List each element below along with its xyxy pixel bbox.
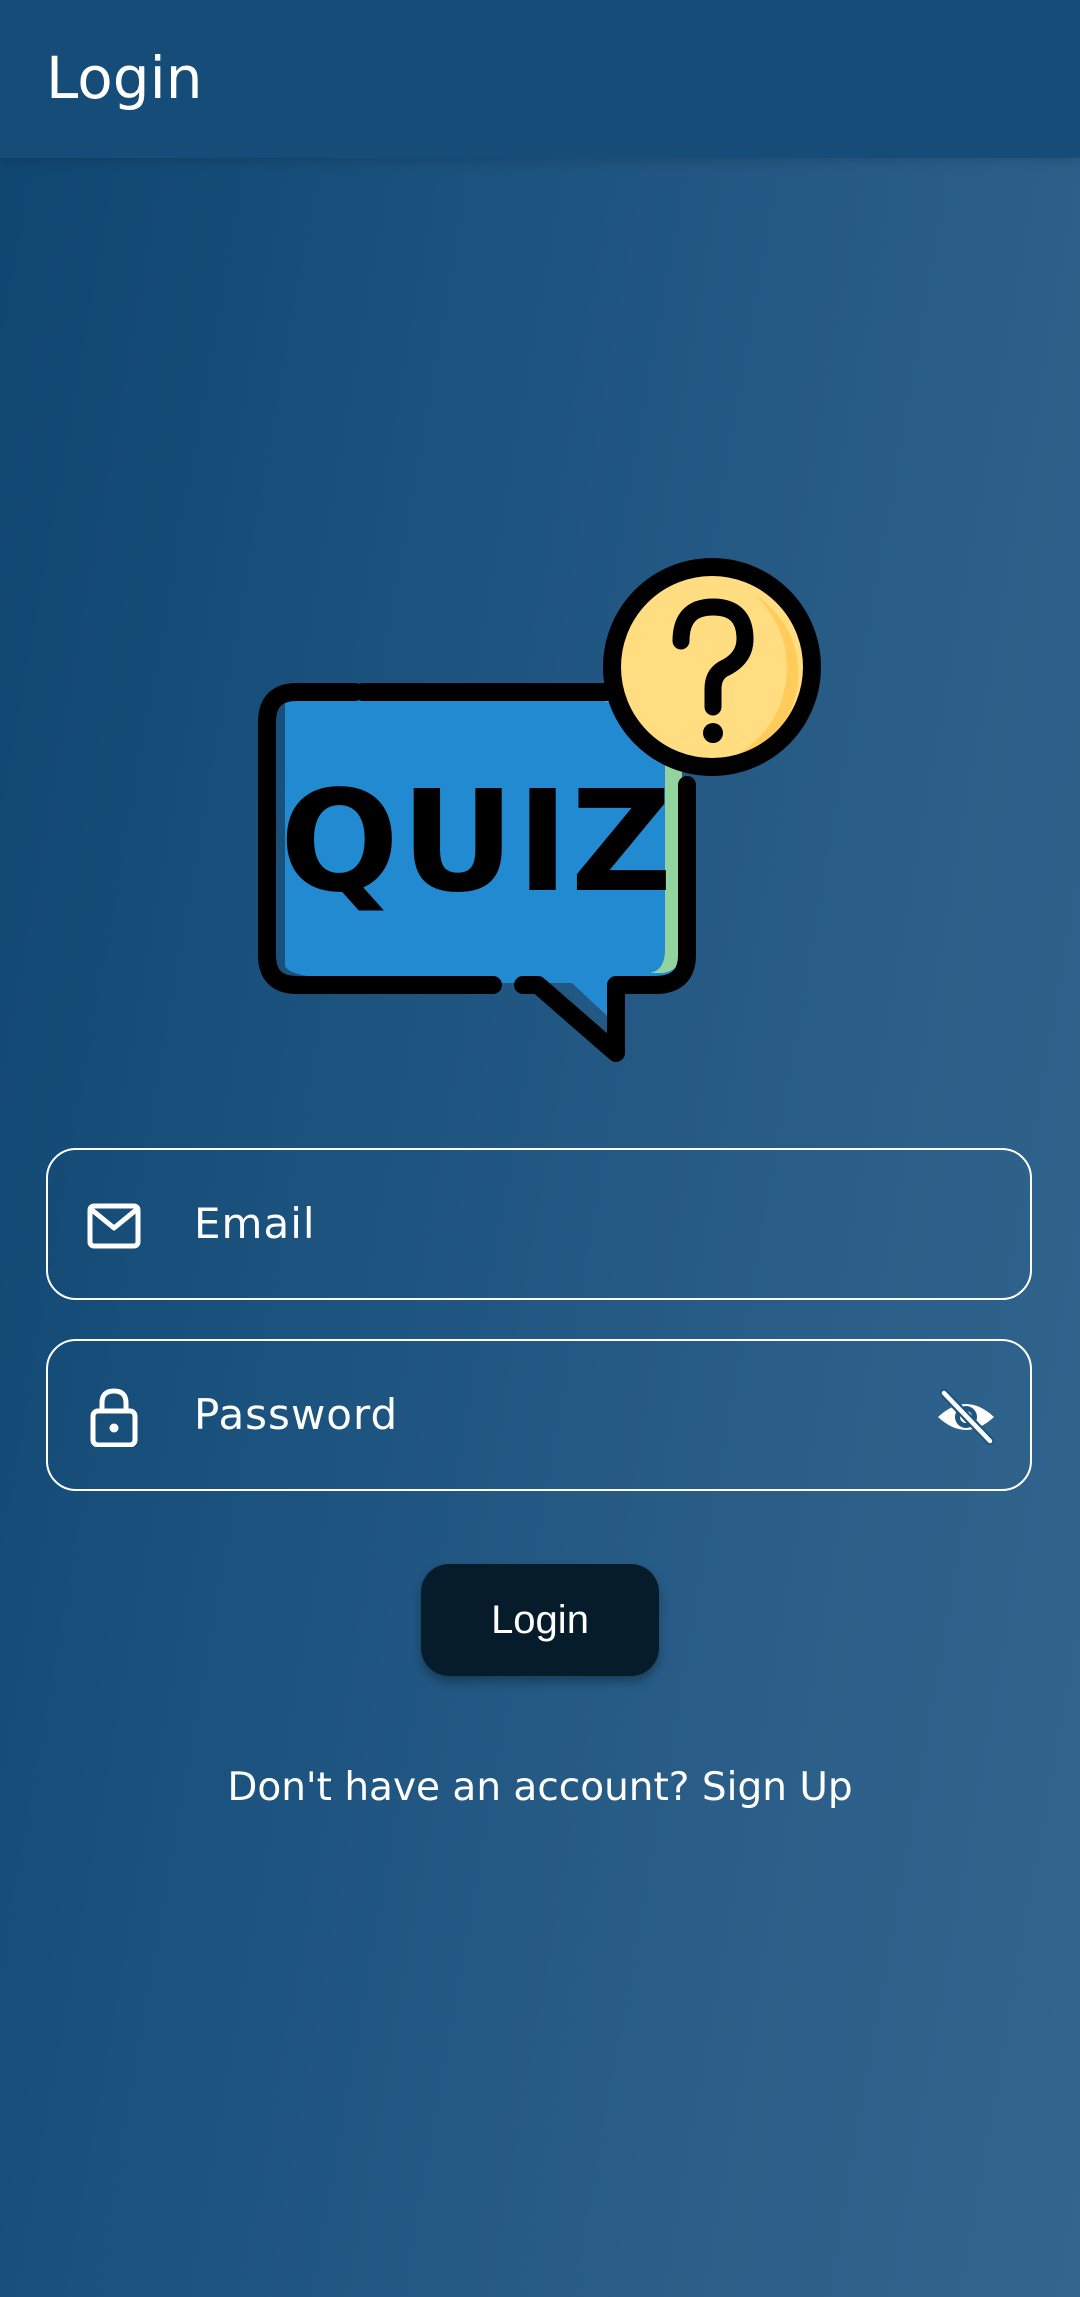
quiz-logo: QUIZ (258, 558, 821, 1062)
page-title: Login (46, 44, 203, 112)
signup-prompt-row: Don't have an account? Sign Up (0, 1760, 1080, 1816)
quiz-logo-text: QUIZ (280, 761, 674, 924)
signup-prompt: Don't have an account? (227, 1765, 690, 1810)
password-field[interactable]: Password (46, 1339, 1032, 1491)
password-placeholder[interactable]: Password (194, 1341, 398, 1488)
mail-icon (87, 1203, 141, 1249)
login-button[interactable]: Login (421, 1564, 659, 1676)
lock-icon (90, 1388, 138, 1447)
email-field[interactable]: Email (46, 1148, 1032, 1300)
app-bar: Login (0, 0, 1080, 158)
eye-off-icon[interactable] (934, 1387, 998, 1445)
signup-link[interactable]: Sign Up (702, 1765, 853, 1810)
email-placeholder[interactable]: Email (194, 1150, 316, 1297)
